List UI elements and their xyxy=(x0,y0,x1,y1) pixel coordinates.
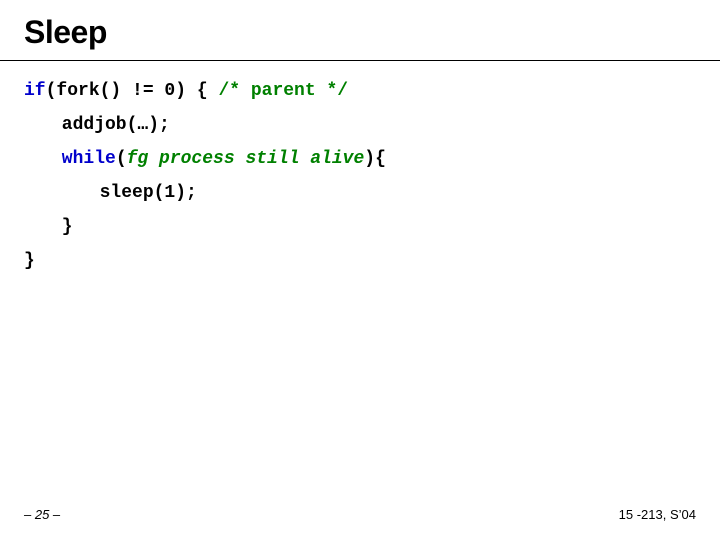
code-text: (fork() != 0) { xyxy=(46,81,219,101)
code-line-1: if(fork() != 0) { /* parent */ xyxy=(24,82,696,100)
code-text: } xyxy=(24,251,35,271)
code-line-3: while(fg process still alive){ xyxy=(24,150,696,168)
footer-course-id: 15 -213, S’04 xyxy=(619,507,696,522)
code-text: ){ xyxy=(364,149,386,169)
code-line-2: addjob(…); xyxy=(24,116,696,134)
keyword-while: while xyxy=(62,149,116,169)
code-text: sleep(1); xyxy=(100,183,197,203)
code-line-5: } xyxy=(24,218,696,236)
title-underline xyxy=(0,60,720,61)
italic-condition: fg process still alive xyxy=(127,149,365,169)
code-text: } xyxy=(62,217,73,237)
code-line-4: sleep(1); xyxy=(24,184,696,202)
footer-page-number: – 25 – xyxy=(24,507,60,522)
page-title: Sleep xyxy=(24,14,107,51)
slide: Sleep if(fork() != 0) { /* parent */ add… xyxy=(0,0,720,540)
code-text: ( xyxy=(116,149,127,169)
code-text: addjob(…); xyxy=(62,115,170,135)
code-line-6: } xyxy=(24,252,696,270)
code-block: if(fork() != 0) { /* parent */ addjob(…)… xyxy=(24,82,696,270)
keyword-if: if xyxy=(24,81,46,101)
comment: /* parent */ xyxy=(218,81,348,101)
